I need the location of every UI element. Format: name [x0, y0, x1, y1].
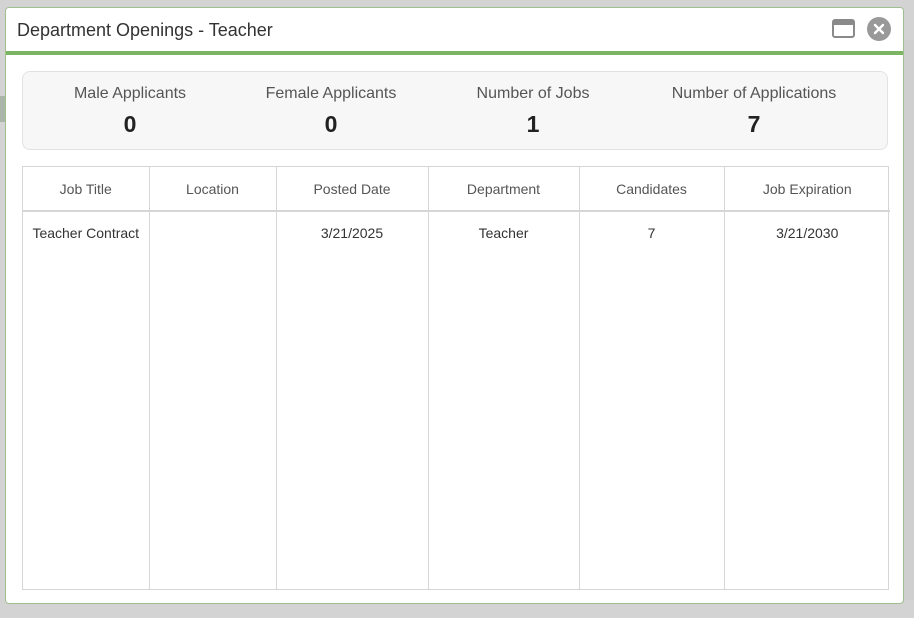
column-header-job-title[interactable]: Job Title — [23, 167, 150, 212]
stat-label: Number of Jobs — [476, 85, 590, 102]
empty-cell — [428, 251, 580, 589]
empty-cell — [724, 251, 890, 589]
stat-label: Number of Applications — [671, 85, 837, 102]
cell-posted-date: 3/21/2025 — [276, 211, 429, 251]
empty-cell — [23, 251, 150, 589]
empty-cell — [149, 251, 277, 589]
cell-job-expiration: 3/21/2030 — [776, 225, 839, 241]
cell-job-title: Teacher Contract — [23, 211, 150, 251]
close-button[interactable] — [867, 17, 891, 41]
cell-location — [149, 211, 277, 251]
table-header-row: Job Title Location Posted Date Departmen… — [23, 167, 890, 212]
department-openings-dialog: Department Openings - Teacher Male Appli… — [5, 7, 904, 604]
empty-cell — [579, 251, 725, 589]
dialog-titlebar: Department Openings - Teacher — [6, 8, 903, 55]
stat-label: Female Applicants — [265, 85, 397, 102]
column-header-location[interactable]: Location — [149, 167, 277, 212]
table-row[interactable]: Teacher Contract 3/21/2025 Teacher 7 3/2… — [23, 211, 890, 251]
applicant-stats-panel: Male Applicants 0 Female Applicants 0 Nu… — [22, 71, 888, 150]
column-header-department[interactable]: Department — [428, 167, 580, 212]
stat-value: 0 — [123, 111, 137, 137]
empty-cell — [276, 251, 429, 589]
column-header-candidates[interactable]: Candidates — [579, 167, 725, 212]
column-header-job-expiration[interactable]: Job Expiration — [724, 167, 890, 212]
stat-value: 1 — [526, 111, 540, 137]
stat-female-applicants: Female Applicants 0 — [266, 85, 397, 138]
job-openings-table: Job Title Location Posted Date Departmen… — [23, 167, 890, 589]
close-circle-icon — [867, 17, 891, 41]
cell-department: Teacher — [428, 211, 580, 251]
cell-candidates: 7 — [579, 211, 725, 251]
window-maximize-icon — [832, 19, 855, 38]
column-header-posted-date[interactable]: Posted Date — [276, 167, 429, 212]
stat-value: 0 — [324, 111, 338, 137]
stat-number-of-applications: Number of Applications 7 — [672, 85, 837, 138]
stat-male-applicants: Male Applicants 0 — [74, 85, 186, 138]
table-empty-space — [23, 251, 890, 589]
stat-label: Male Applicants — [73, 85, 187, 102]
stat-value: 7 — [747, 111, 761, 137]
background-strip — [904, 40, 914, 600]
maximize-button[interactable] — [832, 19, 855, 38]
dialog-title: Department Openings - Teacher — [17, 20, 273, 40]
stat-number-of-jobs: Number of Jobs 1 — [477, 85, 590, 138]
job-openings-grid: Job Title Location Posted Date Departmen… — [22, 166, 890, 590]
